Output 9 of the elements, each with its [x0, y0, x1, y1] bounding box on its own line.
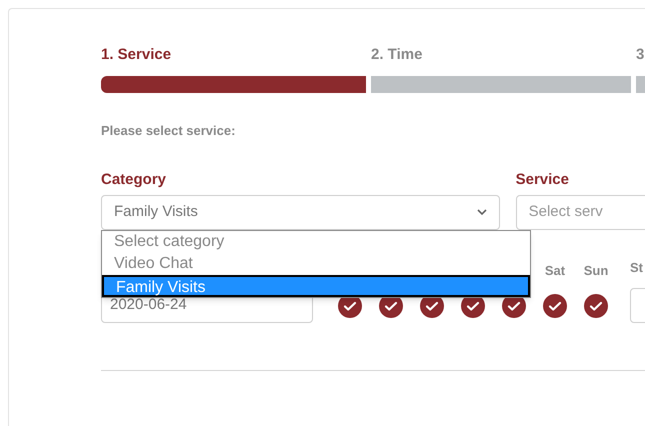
- column-label: St: [630, 259, 643, 274]
- day-label: Sat: [544, 262, 566, 280]
- step-label: 2. Time: [371, 45, 422, 64]
- instruction-text: Please select service:: [101, 122, 236, 140]
- field-label: Category: [101, 170, 166, 190]
- step-label: 1. Service: [101, 45, 172, 64]
- field-label: Service: [516, 170, 569, 190]
- step-label: 3: [636, 45, 644, 64]
- day-label: Sun: [584, 262, 608, 280]
